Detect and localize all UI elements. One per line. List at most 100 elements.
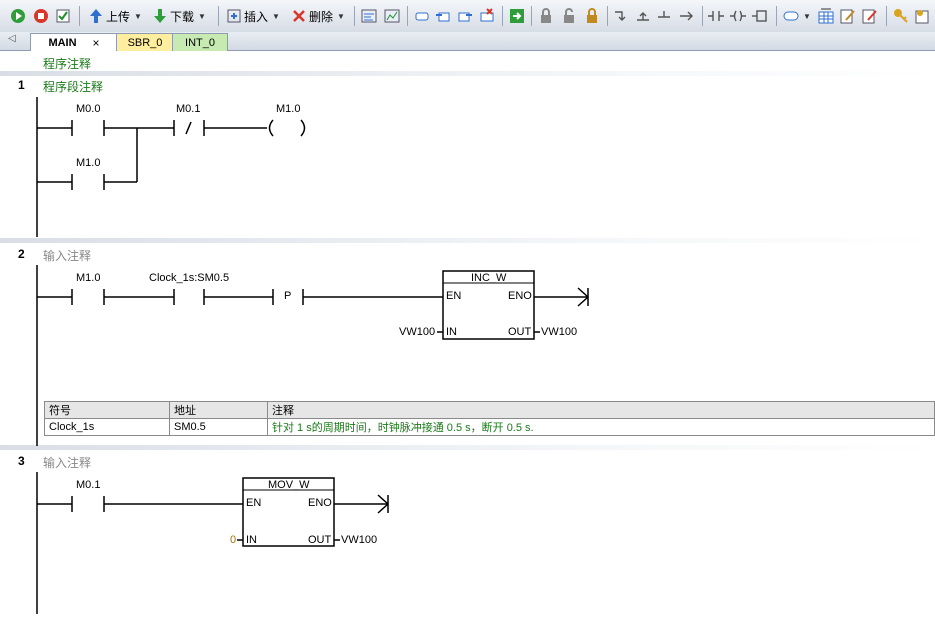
delete-icon xyxy=(291,8,307,24)
tab-main[interactable]: MAIN × xyxy=(30,33,118,52)
zoom-button[interactable] xyxy=(414,7,430,25)
operand-label[interactable]: M0.0 xyxy=(76,103,100,115)
line-up-button[interactable] xyxy=(635,7,651,25)
upload-label: 上传 xyxy=(106,9,131,24)
tab-label: INT_0 xyxy=(185,36,215,49)
pin-in: IN xyxy=(246,534,257,546)
download-icon xyxy=(152,8,168,24)
network-view-icon xyxy=(414,8,430,24)
unlock-icon xyxy=(561,8,577,24)
operand-label[interactable]: M0.1 xyxy=(176,103,200,115)
network-remove-icon xyxy=(479,8,495,24)
tab-int-0[interactable]: INT_0 xyxy=(172,33,228,51)
pin-out: OUT xyxy=(308,534,332,546)
chevron-down-icon[interactable]: ▼ xyxy=(134,12,142,21)
operand-label[interactable]: M1.0 xyxy=(76,272,100,284)
trend-icon xyxy=(384,8,400,24)
toolbar: 上传 ▼ 下载 ▼ 插入 ▼ 删除 ▼ ▼ xyxy=(0,0,935,33)
line-down-icon xyxy=(613,8,629,24)
network-prev-button[interactable] xyxy=(435,7,451,25)
contact-m1-0-parallel xyxy=(37,174,137,190)
chevron-down-icon[interactable]: ▼ xyxy=(272,12,280,21)
tab-scroll-left-icon[interactable]: ◁ xyxy=(8,33,16,44)
pin-en: EN xyxy=(246,497,262,509)
coil-button[interactable] xyxy=(730,7,746,25)
symbol-info-table: 符号 地址 注释 Clock_1s SM0.5 针对 1 s的周期时间，时钟脉冲… xyxy=(44,401,935,436)
pin-out: OUT xyxy=(508,326,532,338)
table-header-row: 符号 地址 注释 xyxy=(44,401,935,419)
delete-button[interactable]: 删除 ▼ xyxy=(291,7,345,25)
symbol-icon xyxy=(783,8,799,24)
insert-label: 插入 xyxy=(244,9,269,24)
pin-eno: ENO xyxy=(508,290,532,302)
upload-icon xyxy=(88,8,104,24)
run-button[interactable] xyxy=(10,7,26,25)
operand-label[interactable]: M0.1 xyxy=(76,479,100,491)
table-row: Clock_1s SM0.5 针对 1 s的周期时间，时钟脉冲接通 0.5 s，… xyxy=(44,418,935,436)
close-icon[interactable]: × xyxy=(93,36,100,50)
tab-sbr-0[interactable]: SBR_0 xyxy=(116,33,174,51)
insert-button[interactable]: 插入 ▼ xyxy=(226,7,280,25)
compile-button[interactable] xyxy=(55,7,71,25)
insert-icon xyxy=(226,8,242,24)
column-header: 地址 xyxy=(169,401,268,419)
chevron-down-icon[interactable]: ▼ xyxy=(337,12,345,21)
lock-button[interactable] xyxy=(538,7,554,25)
operand-label[interactable]: VW100 xyxy=(541,326,577,338)
download-button[interactable]: 下载 ▼ xyxy=(152,7,206,25)
operand-label[interactable]: VW100 xyxy=(341,534,377,546)
program-status-button[interactable] xyxy=(361,7,377,25)
key-button[interactable] xyxy=(893,7,909,25)
network-prev-icon xyxy=(435,8,451,24)
operand-label[interactable]: M1.0 xyxy=(276,103,300,115)
edit-button[interactable] xyxy=(840,7,856,25)
network-remove-button[interactable] xyxy=(479,7,495,25)
network-next-button[interactable] xyxy=(457,7,473,25)
contact-button[interactable] xyxy=(708,7,724,25)
line-right-icon xyxy=(678,8,694,24)
chevron-down-icon[interactable]: ▼ xyxy=(803,12,811,21)
contact-m0-1-nc xyxy=(173,120,205,136)
box-icon xyxy=(752,8,768,24)
table-cell: Clock_1s xyxy=(44,418,170,436)
column-header: 注释 xyxy=(267,401,935,419)
toolbar-separator xyxy=(702,6,703,26)
contact-clock-1s xyxy=(173,289,205,305)
toolbar-separator xyxy=(531,6,532,26)
contact-m0-1 xyxy=(37,496,105,512)
lock-add-button[interactable] xyxy=(584,7,600,25)
line-up2-button[interactable] xyxy=(656,7,672,25)
toolbar-separator xyxy=(354,6,355,26)
upload-button[interactable]: 上传 ▼ xyxy=(88,7,142,25)
column-header: 符号 xyxy=(44,401,170,419)
table-cell: 针对 1 s的周期时间，时钟脉冲接通 0.5 s，断开 0.5 s. xyxy=(267,418,935,436)
lock-icon xyxy=(538,8,554,24)
trend-button[interactable] xyxy=(384,7,400,25)
goto-button[interactable] xyxy=(509,7,525,25)
download-label: 下载 xyxy=(170,9,195,24)
toolbar-separator xyxy=(79,6,80,26)
operand-label[interactable]: M1.0 xyxy=(76,157,100,169)
network-next-icon xyxy=(457,8,473,24)
toolbar-separator xyxy=(776,6,777,26)
box-button[interactable] xyxy=(752,7,768,25)
symbol-button[interactable]: ▼ xyxy=(783,7,811,25)
line-right-button[interactable] xyxy=(678,7,694,25)
symbol-table-button[interactable] xyxy=(818,7,834,25)
program-status-icon xyxy=(361,8,377,24)
operand-label[interactable]: 0 xyxy=(230,534,236,546)
toolbar-separator xyxy=(218,6,219,26)
contact-icon xyxy=(708,8,724,24)
toolbar-separator xyxy=(886,6,887,26)
tab-label: SBR_0 xyxy=(127,36,163,49)
stop-button[interactable] xyxy=(33,7,49,25)
ladder-editor[interactable]: 程序注释 1 程序段注释 2 输入注释 3 输入注释 M0.0 M0.1 M1.… xyxy=(0,51,935,619)
unlock-button[interactable] xyxy=(561,7,577,25)
chevron-down-icon[interactable]: ▼ xyxy=(198,12,206,21)
operand-label[interactable]: VW100 xyxy=(399,326,435,338)
edit2-button[interactable] xyxy=(862,7,878,25)
box-title: INC_W xyxy=(471,272,507,284)
properties-button[interactable] xyxy=(914,7,930,25)
line-down-button[interactable] xyxy=(613,7,629,25)
operand-label[interactable]: Clock_1s:SM0.5 xyxy=(149,272,229,284)
